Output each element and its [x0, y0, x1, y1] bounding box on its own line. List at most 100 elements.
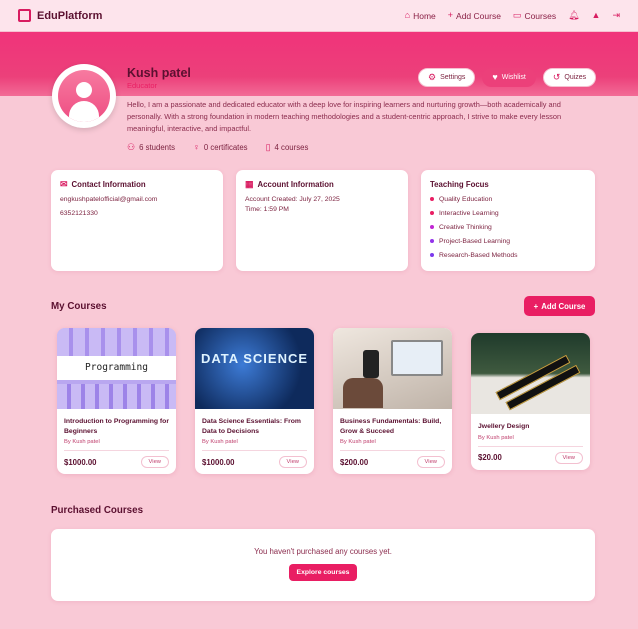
wishlist-label: Wishlist [501, 74, 526, 81]
book-icon [18, 9, 31, 22]
settings-button[interactable]: ⚙ Settings [418, 68, 476, 87]
users-icon: ⚇ [127, 142, 136, 152]
account-time: Time: 1:59 PM [245, 206, 289, 213]
award-icon: ♀ [193, 142, 200, 152]
teaching-title: Teaching Focus [430, 180, 489, 189]
user-icon [58, 70, 110, 122]
view-button[interactable]: View [140, 456, 169, 468]
top-navbar: EduPlatform ⌂ Home + Add Course ▭ Courses 🔔… [0, 0, 638, 32]
list-item: Project-Based Learning [430, 234, 586, 248]
bullet-dot [430, 225, 434, 229]
course-price: $20.00 [478, 453, 502, 462]
profile-bio: Hello, I am a passionate and dedicated e… [127, 100, 562, 133]
contact-title: ✉ Contact Information [60, 179, 214, 190]
empty-message: You haven't purchased any courses yet. [254, 547, 392, 556]
nav-home-link[interactable]: ⌂ Home [405, 11, 436, 21]
course-price: $1000.00 [202, 457, 235, 467]
list-item-label: Research-Based Methods [439, 251, 518, 259]
view-button[interactable]: View [278, 456, 307, 468]
view-button[interactable]: View [554, 451, 583, 464]
account-title-label: Account Information [257, 180, 334, 189]
account-card: ▦ Account Information Account Created: Ju… [236, 170, 408, 271]
course-card[interactable]: DATA SCIENCE Data Science Essentials: Fr… [195, 328, 314, 474]
bullet-dot [430, 239, 434, 243]
settings-label: Settings [440, 74, 466, 81]
list-item: Interactive Learning [430, 206, 586, 220]
my-courses-title: My Courses [51, 301, 107, 312]
profile-actions: ⚙ Settings ♥ Wishlist ↺ Quizes [418, 68, 597, 87]
bullet-dot [430, 211, 434, 215]
logout-icon[interactable]: ⇥ [612, 11, 620, 20]
teaching-card: Teaching Focus Quality Education Interac… [421, 170, 595, 271]
course-card[interactable]: Business Fundamentals: Build, Grow & Suc… [333, 328, 452, 474]
stat-certificates: ♀ 0 certificates [193, 142, 248, 153]
nav-courses-label: Courses [524, 10, 557, 21]
course-card[interactable]: Programming Introduction to Programming … [57, 328, 176, 474]
course-thumbnail: DATA SCIENCE [195, 328, 314, 409]
course-title: Business Fundamentals: Build, Grow & Suc… [340, 418, 442, 435]
heart-icon: ♥ [492, 72, 498, 82]
history-icon: ↺ [552, 72, 561, 82]
avatar [52, 64, 116, 128]
nav-add-course-link[interactable]: + Add Course [448, 11, 501, 21]
course-thumbnail-text: Programming [57, 356, 176, 380]
course-author: By Kush patel [202, 439, 238, 445]
account-created: Account Created: July 27, 2025 [245, 196, 340, 203]
nav-links: ⌂ Home + Add Course ▭ Courses 🔔︎ ▲ ⇥ [405, 11, 620, 21]
course-thumbnail [471, 333, 590, 414]
course-thumbnail-text: DATA SCIENCE [200, 351, 309, 366]
purchased-empty-state: You haven't purchased any courses yet. E… [51, 529, 595, 601]
gear-icon: ⚙ [428, 72, 437, 82]
bullet-dot [430, 197, 434, 201]
stat-certificates-label: 0 certificates [203, 143, 248, 152]
plus-icon: + [533, 301, 539, 311]
calendar-icon: ▦ [245, 179, 254, 189]
brand[interactable]: EduPlatform [18, 9, 102, 22]
contact-email: engkushpatelofficial@gmail.com [60, 196, 158, 203]
course-thumbnail [333, 328, 452, 409]
teaching-list: Quality Education Interactive Learning C… [430, 192, 586, 262]
contact-card: ✉ Contact Information engkushpatelofficia… [51, 170, 223, 271]
list-item-label: Creative Thinking [439, 223, 492, 231]
explore-courses-button[interactable]: Explore courses [288, 564, 358, 581]
bullet-dot [430, 253, 434, 257]
home-icon: ⌂ [404, 10, 411, 20]
profile-name: Kush patel [127, 66, 191, 80]
bell-icon[interactable]: 🔔︎ [568, 11, 579, 20]
list-item-label: Project-Based Learning [439, 237, 511, 245]
nav-home-label: Home [413, 10, 436, 21]
contact-phone: 6352121330 [60, 210, 98, 217]
stat-students-label: 6 students [139, 143, 176, 152]
profile-role: Educator [127, 81, 158, 90]
bookmark-icon: ▯ [265, 142, 271, 152]
course-card[interactable]: Jwellery Design By Kush patel $20.00 View [471, 333, 590, 470]
add-course-button[interactable]: + Add Course [524, 296, 595, 316]
course-thumbnail: Programming [57, 328, 176, 409]
stat-courses-label: 4 courses [274, 143, 309, 152]
course-price: $1000.00 [64, 457, 97, 467]
mail-icon: ✉ [60, 179, 68, 189]
wishlist-button[interactable]: ♥ Wishlist [482, 68, 536, 87]
quizes-button[interactable]: ↺ Quizes [542, 68, 597, 87]
course-title: Data Science Essentials: From Data to De… [202, 418, 301, 435]
course-title: Jwellery Design [478, 423, 530, 430]
course-author: By Kush patel [340, 439, 376, 445]
list-item-label: Interactive Learning [439, 209, 499, 217]
contact-title-label: Contact Information [71, 180, 146, 189]
course-price: $200.00 [340, 457, 369, 467]
stat-students: ⚇ 6 students [127, 142, 176, 153]
video-icon: ▭ [512, 10, 522, 20]
list-item: Research-Based Methods [430, 248, 586, 262]
purchased-courses-title: Purchased Courses [51, 505, 144, 516]
brand-name: EduPlatform [37, 9, 103, 22]
add-course-label: Add Course [541, 301, 586, 311]
course-author: By Kush patel [478, 434, 514, 441]
quizes-label: Quizes [564, 74, 587, 81]
nav-courses-link[interactable]: ▭ Courses [513, 11, 556, 21]
view-button[interactable]: View [416, 456, 445, 468]
list-item: Creative Thinking [430, 220, 586, 234]
course-author: By Kush patel [64, 439, 100, 445]
graduation-cap-icon[interactable]: ▲ [592, 11, 601, 20]
plus-icon: + [447, 10, 454, 20]
list-item: Quality Education [430, 192, 586, 206]
